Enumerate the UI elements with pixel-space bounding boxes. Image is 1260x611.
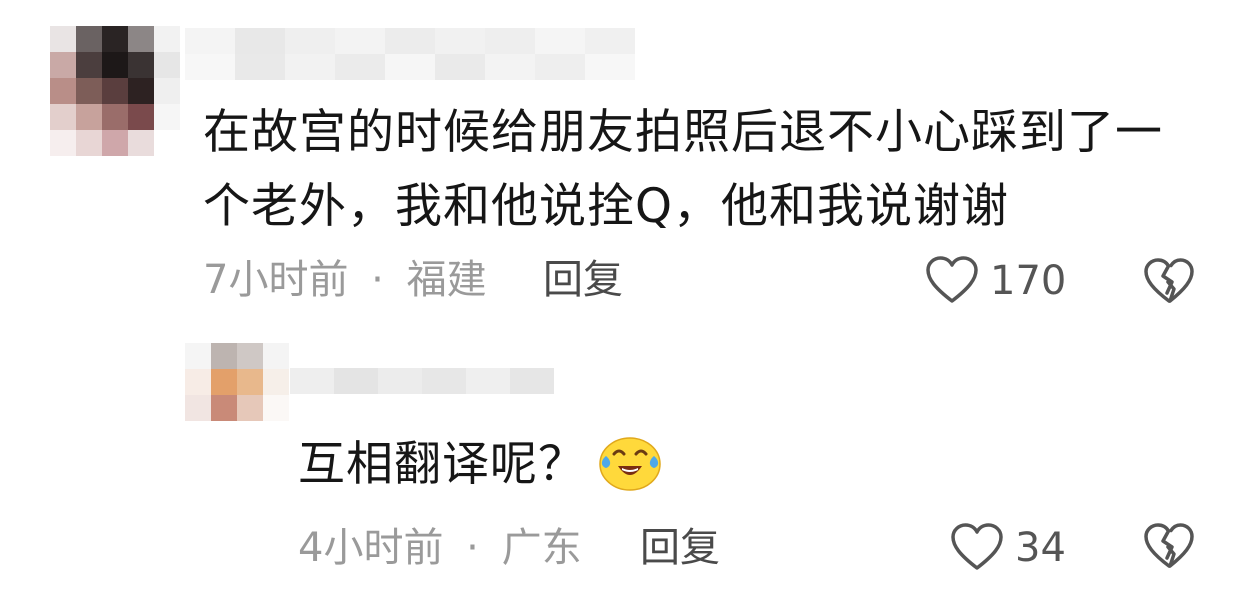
- comment-meta: 7小时前 · 福建: [203, 256, 487, 304]
- reply-location: 广东: [501, 525, 582, 571]
- heart-outline-icon: [926, 256, 978, 303]
- comment-text-line: 在故宫的时候给朋友拍照后退不小心踩到了一: [203, 105, 1163, 160]
- broken-heart-icon: [1144, 258, 1194, 303]
- username-redacted[interactable]: [185, 28, 635, 80]
- dislike-button[interactable]: [1143, 257, 1195, 305]
- reply-text-content: 互相翻译呢？: [298, 437, 586, 492]
- reply-text: 互相翻译呢？: [298, 428, 586, 502]
- reply-button[interactable]: 回复: [543, 256, 623, 304]
- reply-button[interactable]: 回复: [640, 524, 720, 572]
- username-redacted[interactable]: [290, 368, 554, 394]
- meta-separator: ·: [466, 525, 479, 571]
- reply-time: 4小时前: [298, 525, 444, 571]
- avatar[interactable]: [50, 26, 180, 156]
- like-count: 170: [990, 258, 1067, 304]
- dislike-button[interactable]: [1143, 522, 1195, 570]
- like-button[interactable]: [950, 522, 1004, 572]
- comment-location: 福建: [406, 257, 487, 303]
- like-count: 34: [1015, 525, 1066, 571]
- comment-text-line: 个老外，我和他说拴Q，他和我说谢谢: [203, 179, 1009, 234]
- comment-time: 7小时前: [203, 257, 349, 303]
- like-button[interactable]: [925, 255, 979, 305]
- avatar[interactable]: [185, 343, 289, 421]
- comment-text: 在故宫的时候给朋友拍照后退不小心踩到了一 个老外，我和他说拴Q，他和我说谢谢: [203, 96, 1163, 244]
- heart-outline-icon: [951, 523, 1003, 570]
- reply-meta: 4小时前 · 广东: [298, 524, 582, 572]
- meta-separator: ·: [371, 257, 384, 303]
- laughing-crying-emoji-icon: [598, 434, 662, 492]
- broken-heart-icon: [1144, 523, 1194, 568]
